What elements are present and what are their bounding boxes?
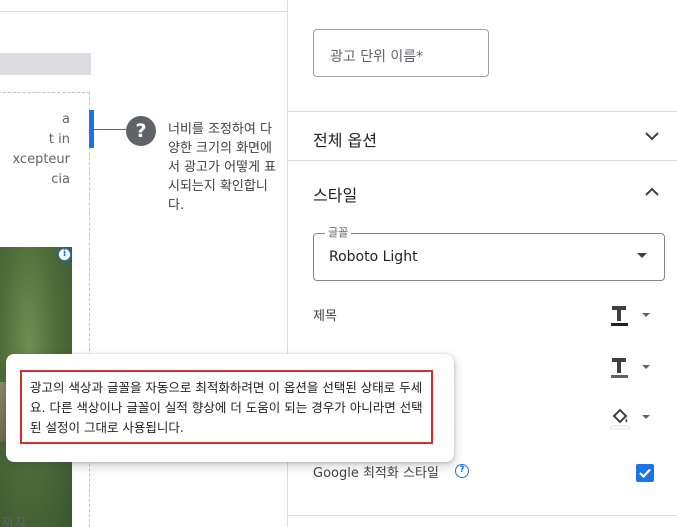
adchoices-icon[interactable]: i bbox=[58, 248, 71, 261]
google-optimize-label: Google 최적화 스타일 bbox=[313, 466, 439, 481]
check-icon bbox=[639, 468, 651, 479]
help-icon[interactable]: ? bbox=[455, 464, 469, 478]
font-select-value: Roboto Light bbox=[329, 249, 418, 265]
title-color-button[interactable] bbox=[610, 304, 654, 328]
google-optimize-checkbox[interactable] bbox=[636, 464, 654, 482]
section-title-style: 스타일 bbox=[313, 186, 358, 205]
preview-text-line: t in bbox=[48, 132, 70, 147]
text-color-button[interactable] bbox=[610, 356, 654, 380]
resize-help-text: 너비를 조정하여 다양한 크기의 화면에서 광고가 어떻게 표시되는지 확인합니… bbox=[168, 122, 277, 213]
preview-bottom-text: 까지 bbox=[2, 516, 26, 527]
caret-down-icon bbox=[642, 415, 650, 419]
tooltip: 광고의 색상과 글꼴을 자동으로 최적화하려면 이 옵션을 선택된 상태로 두세… bbox=[6, 354, 454, 462]
font-select-label: 글꼴 bbox=[325, 224, 352, 240]
chevron-down-icon[interactable] bbox=[643, 127, 661, 145]
text-color-icon bbox=[611, 306, 628, 326]
preview-placeholder-bar bbox=[0, 53, 91, 75]
connector-line bbox=[94, 129, 126, 130]
caret-down-icon bbox=[642, 313, 650, 317]
section-global-options[interactable]: 전체 옵션 bbox=[288, 111, 677, 161]
section-style bbox=[288, 160, 677, 161]
title-row-label: 제목 bbox=[313, 309, 337, 324]
chevron-up-icon[interactable] bbox=[643, 183, 661, 201]
caret-down-icon bbox=[642, 365, 650, 369]
paint-bucket-icon bbox=[610, 408, 630, 430]
text-color-icon bbox=[611, 358, 628, 378]
help-icon[interactable]: ? bbox=[126, 116, 156, 146]
section-title: 전체 옵션 bbox=[313, 131, 377, 150]
background-color-button[interactable] bbox=[610, 406, 654, 430]
dropdown-arrow-icon[interactable] bbox=[637, 253, 647, 258]
preview-text: a t in xcepteur cia bbox=[0, 110, 70, 190]
preview-text-line: a bbox=[62, 112, 70, 127]
preview-text-line: cia bbox=[51, 172, 70, 187]
ad-unit-name-field[interactable]: 광고 단위 이름* bbox=[313, 29, 489, 77]
tooltip-text: 광고의 색상과 글꼴을 자동으로 최적화하려면 이 옵션을 선택된 상태로 두세… bbox=[30, 380, 423, 435]
bottom-divider bbox=[288, 515, 677, 516]
preview-text-line: xcepteur bbox=[12, 152, 70, 167]
tooltip-highlight-box: 광고의 색상과 글꼴을 자동으로 최적화하려면 이 옵션을 선택된 상태로 두세… bbox=[20, 370, 433, 444]
